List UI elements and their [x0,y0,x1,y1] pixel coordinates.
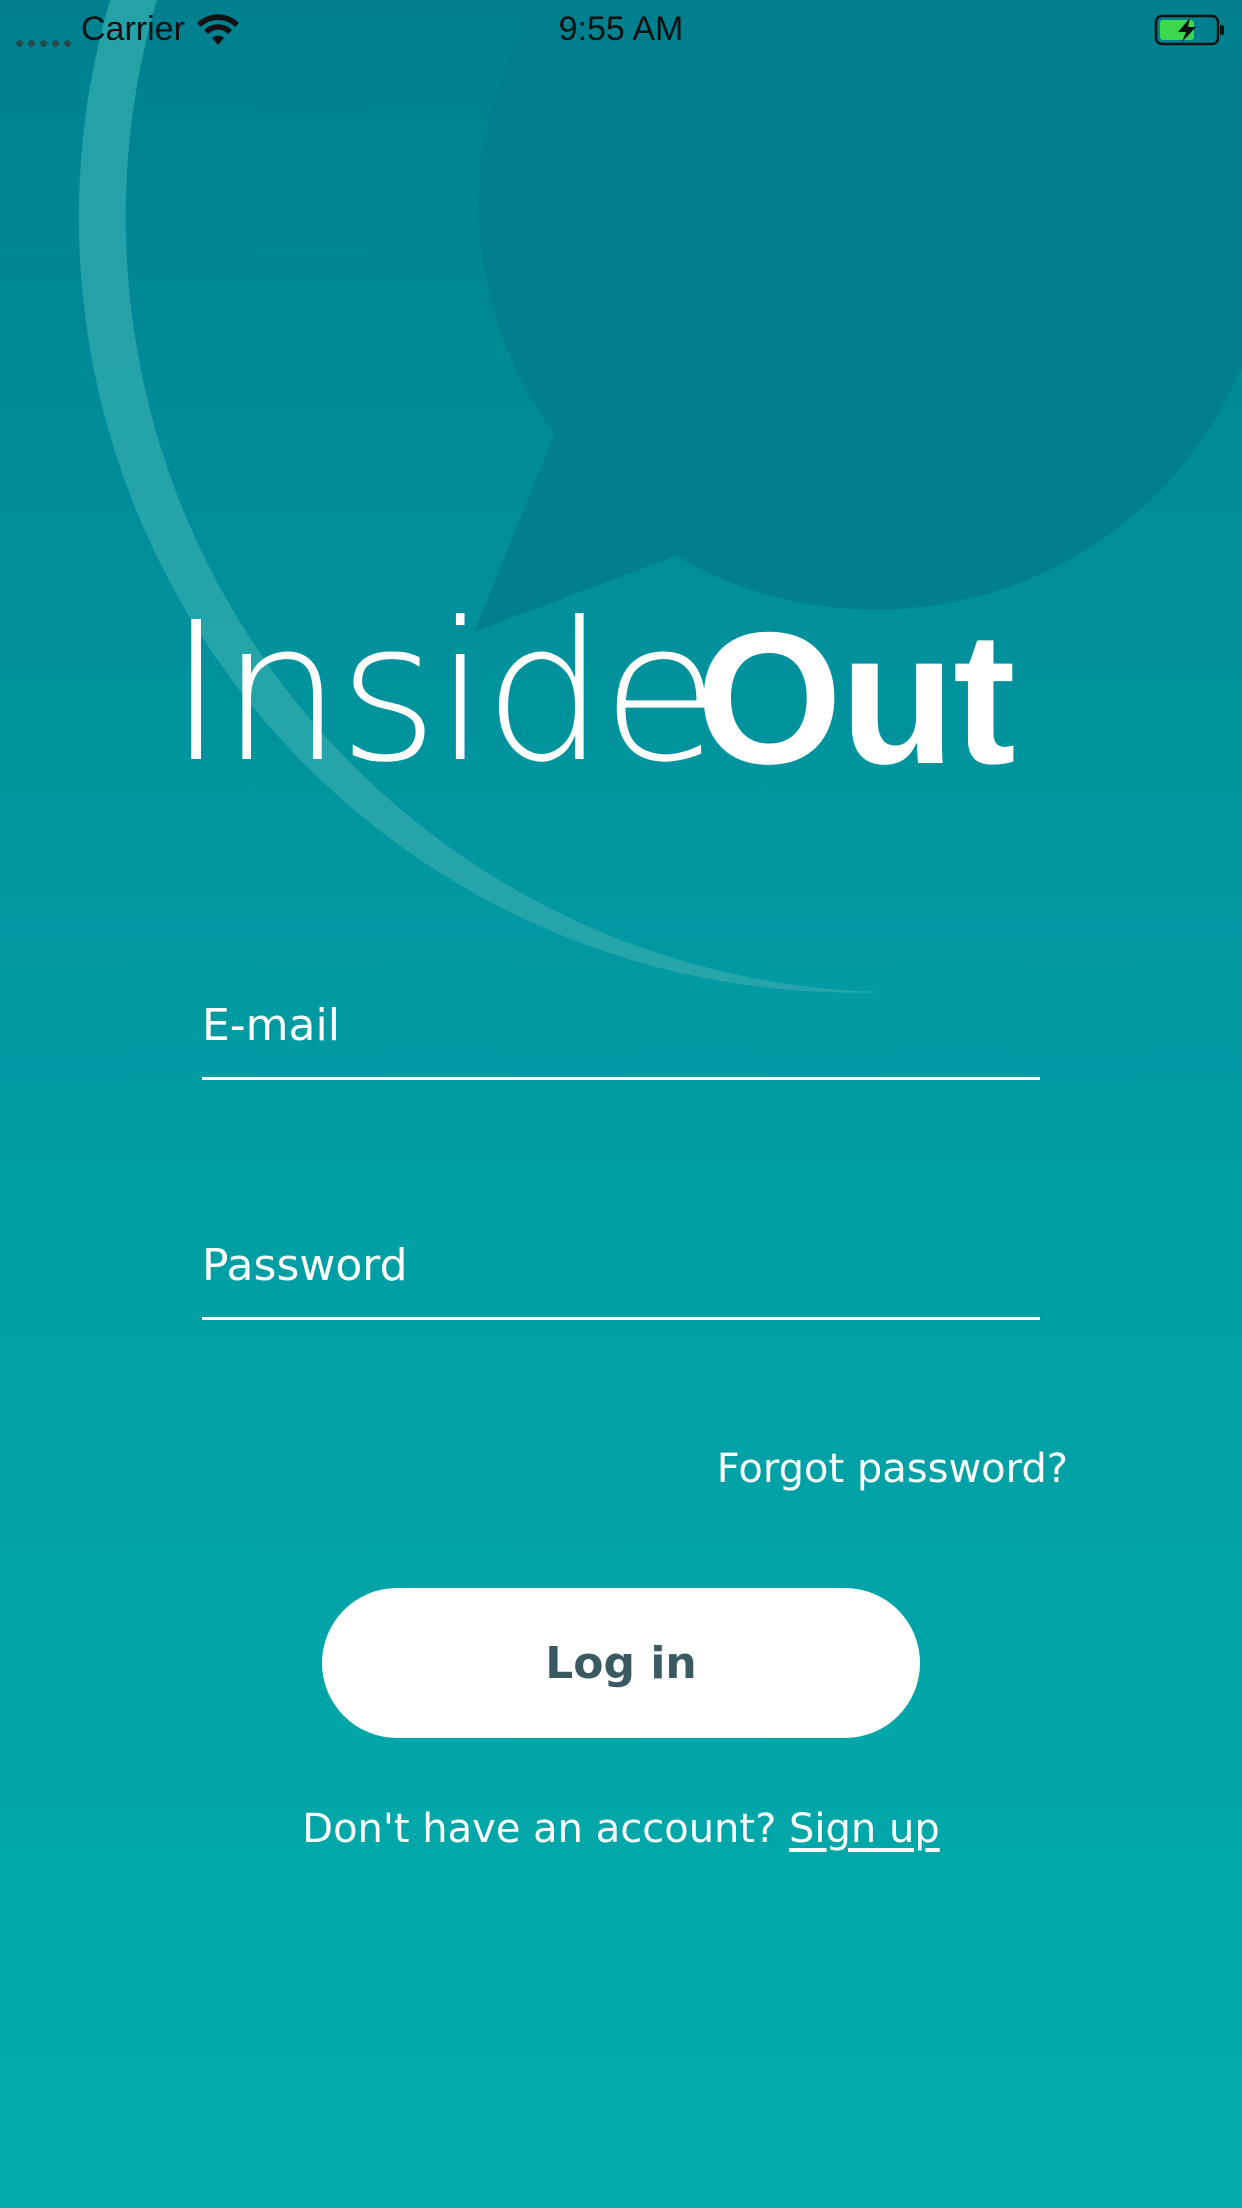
logo-text-inside: Inside [168,582,720,805]
status-bar: Carrier 9:55 AM [0,0,1242,60]
signup-link[interactable]: Sign up [789,1806,940,1852]
password-input[interactable] [202,1230,1040,1317]
password-field-container [202,1230,1040,1320]
login-button[interactable]: Log in [322,1588,920,1738]
status-time: 9:55 AM [558,10,684,48]
email-field-container [202,990,1040,1080]
app-logo: Inside Out [168,598,1074,793]
background-bubble [78,0,1242,993]
logo-text-out: Out [696,593,1016,803]
battery-charging-icon [1154,14,1224,46]
signup-prompt-line: Don't have an account? Sign up [0,1806,1242,1852]
forgot-password-link[interactable]: Forgot password? [717,1446,1068,1492]
signup-prompt-text: Don't have an account? [302,1806,777,1852]
email-input[interactable] [202,990,1040,1077]
